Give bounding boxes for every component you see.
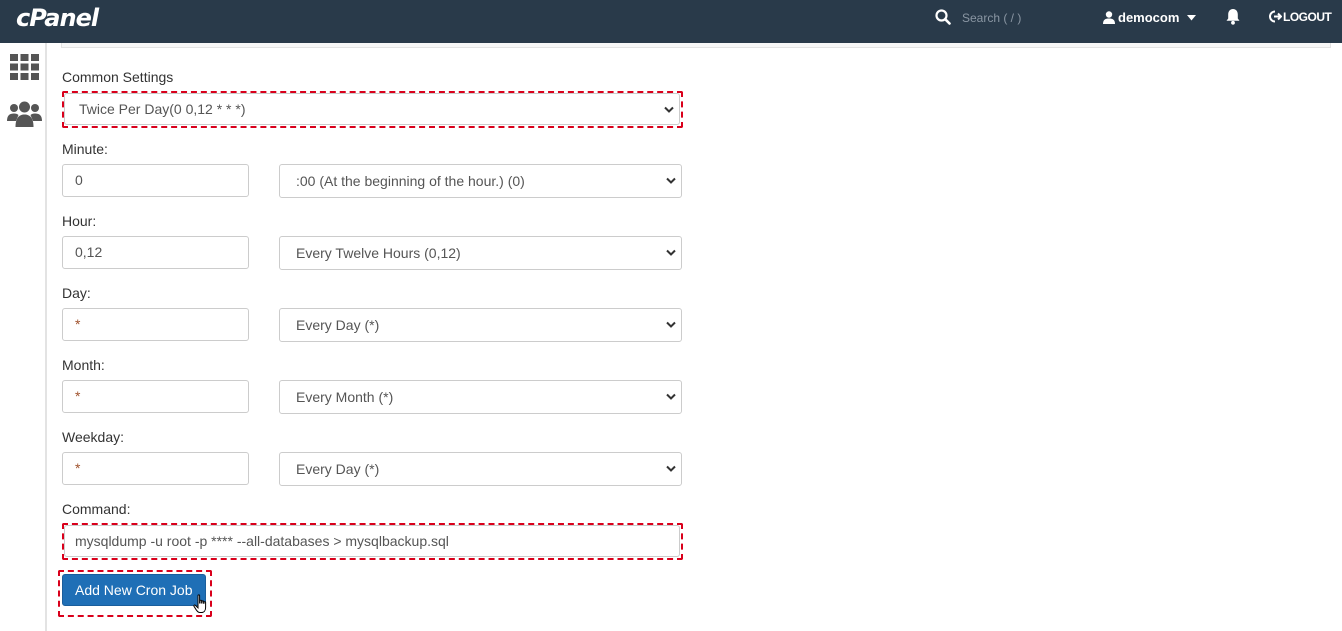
sidebar: [0, 43, 47, 631]
chevron-down-icon: [666, 393, 676, 400]
highlight-common-settings: [62, 91, 683, 128]
chevron-down-icon: [666, 177, 676, 184]
common-settings-label: Common Settings: [62, 69, 174, 85]
user-icon: [1103, 11, 1115, 24]
day-option: Every Day (*): [296, 317, 380, 333]
minute-input[interactable]: 0: [62, 164, 249, 197]
hour-option: Every Twelve Hours (0,12): [296, 245, 461, 261]
month-input[interactable]: *: [62, 380, 249, 413]
bell-icon[interactable]: [1225, 8, 1241, 25]
weekday-select[interactable]: Every Day (*): [279, 452, 682, 486]
search-input[interactable]: Search ( / ): [962, 11, 1021, 25]
weekday-label: Weekday:: [62, 429, 124, 445]
top-navbar: cPanel Search ( / ) democom LOGOUT: [0, 0, 1342, 43]
minute-option: :00 (At the beginning of the hour.) (0): [296, 173, 525, 189]
day-input[interactable]: *: [62, 308, 249, 341]
main-content: Common Settings Twice Per Day(0 0,12 * *…: [47, 43, 1342, 631]
month-select[interactable]: Every Month (*): [279, 380, 682, 414]
cpanel-logo[interactable]: cPanel: [16, 4, 99, 32]
hour-input[interactable]: 0,12: [62, 236, 249, 269]
command-label: Command:: [62, 501, 131, 517]
month-option: Every Month (*): [296, 389, 394, 405]
chevron-down-icon: [666, 465, 676, 472]
day-select[interactable]: Every Day (*): [279, 308, 682, 342]
user-menu-button[interactable]: democom: [1118, 10, 1179, 25]
day-label: Day:: [62, 285, 91, 301]
weekday-input[interactable]: *: [62, 452, 249, 485]
highlight-command: [62, 523, 683, 560]
caret-down-icon[interactable]: [1187, 15, 1196, 21]
hand-cursor-icon: [193, 594, 207, 613]
minute-label: Minute:: [62, 141, 108, 157]
minute-select[interactable]: :00 (At the beginning of the hour.) (0): [279, 164, 682, 198]
logout-link[interactable]: LOGOUT: [1283, 10, 1332, 24]
users-icon[interactable]: [7, 101, 42, 127]
hour-label: Hour:: [62, 213, 97, 229]
highlight-submit: [58, 570, 212, 617]
month-label: Month:: [62, 357, 105, 373]
search-icon[interactable]: [935, 9, 951, 25]
chevron-down-icon: [666, 321, 676, 328]
panel-top-edge: [61, 43, 1331, 48]
grid-icon[interactable]: [10, 54, 39, 80]
hour-select[interactable]: Every Twelve Hours (0,12): [279, 236, 682, 270]
weekday-option: Every Day (*): [296, 461, 380, 477]
logout-icon[interactable]: [1269, 10, 1282, 23]
chevron-down-icon: [666, 249, 676, 256]
